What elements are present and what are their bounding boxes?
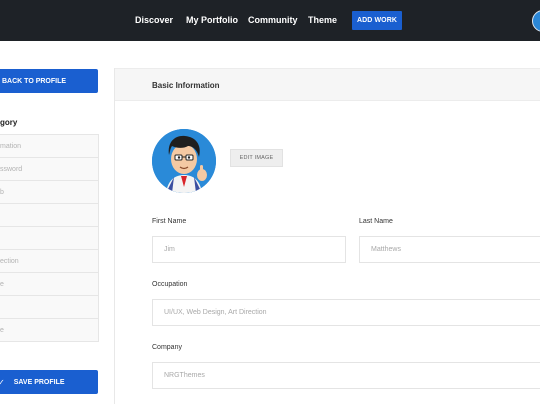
top-navbar: Discover My Portfolio Community Theme AD… <box>0 0 540 41</box>
back-to-profile-button[interactable]: BACK TO PROFILE <box>0 69 98 93</box>
category-item[interactable]: e <box>0 319 98 342</box>
first-name-label: First Name <box>152 218 187 225</box>
save-profile-button[interactable]: ✓ SAVE PROFILE <box>0 370 98 394</box>
category-item[interactable]: ection <box>0 250 98 273</box>
last-name-field[interactable]: Matthews <box>359 236 540 263</box>
last-name-label: Last Name <box>359 218 393 225</box>
save-profile-label: SAVE PROFILE <box>13 378 65 386</box>
category-item[interactable] <box>0 204 98 227</box>
category-item[interactable] <box>0 227 98 250</box>
add-work-button[interactable]: ADD WORK <box>352 11 402 30</box>
nav-discover[interactable]: Discover <box>135 15 173 25</box>
basic-information-panel: Basic Information EDIT IMAGE First Name … <box>114 68 540 404</box>
nav-theme[interactable]: Theme <box>308 15 337 25</box>
company-field[interactable]: NRGThemes <box>152 362 540 389</box>
cartoon-avatar-icon <box>152 129 216 193</box>
occupation-field[interactable]: UI/UX, Web Design, Art Direction <box>152 299 540 326</box>
occupation-label: Occupation <box>152 281 188 288</box>
category-item[interactable]: b <box>0 181 98 204</box>
category-list: mation ssword b ection e e <box>0 134 99 342</box>
checkmark-icon: ✓ <box>0 377 5 387</box>
nav-my-portfolio[interactable]: My Portfolio <box>186 15 238 25</box>
category-title: gory <box>0 118 18 127</box>
company-label: Company <box>152 344 182 351</box>
profile-avatar <box>152 129 216 193</box>
first-name-field[interactable]: Jim <box>152 236 346 263</box>
nav-community[interactable]: Community <box>248 15 298 25</box>
panel-header: Basic Information <box>115 68 540 101</box>
user-avatar-icon[interactable] <box>532 10 540 32</box>
category-item[interactable]: ssword <box>0 158 98 181</box>
edit-image-button[interactable]: EDIT IMAGE <box>230 149 283 167</box>
panel-title: Basic Information <box>152 81 220 90</box>
sidebar: BACK TO PROFILE gory mation ssword b ect… <box>0 41 114 404</box>
category-item[interactable]: mation <box>0 135 98 158</box>
category-item[interactable] <box>0 296 98 319</box>
category-item[interactable]: e <box>0 273 98 296</box>
